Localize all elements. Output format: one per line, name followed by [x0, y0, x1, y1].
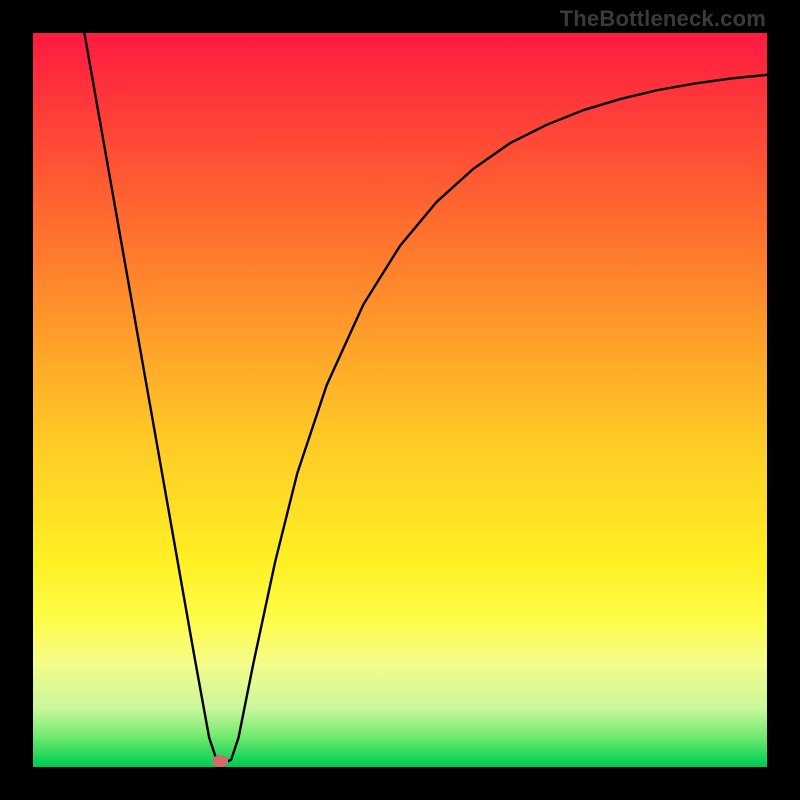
bottleneck-curve [84, 33, 767, 763]
watermark-text: TheBottleneck.com [560, 6, 766, 32]
plot-area [33, 33, 767, 767]
curve-layer [33, 33, 767, 767]
minimum-marker [212, 755, 228, 767]
curve-group [84, 33, 767, 767]
chart-frame: TheBottleneck.com [0, 0, 800, 800]
